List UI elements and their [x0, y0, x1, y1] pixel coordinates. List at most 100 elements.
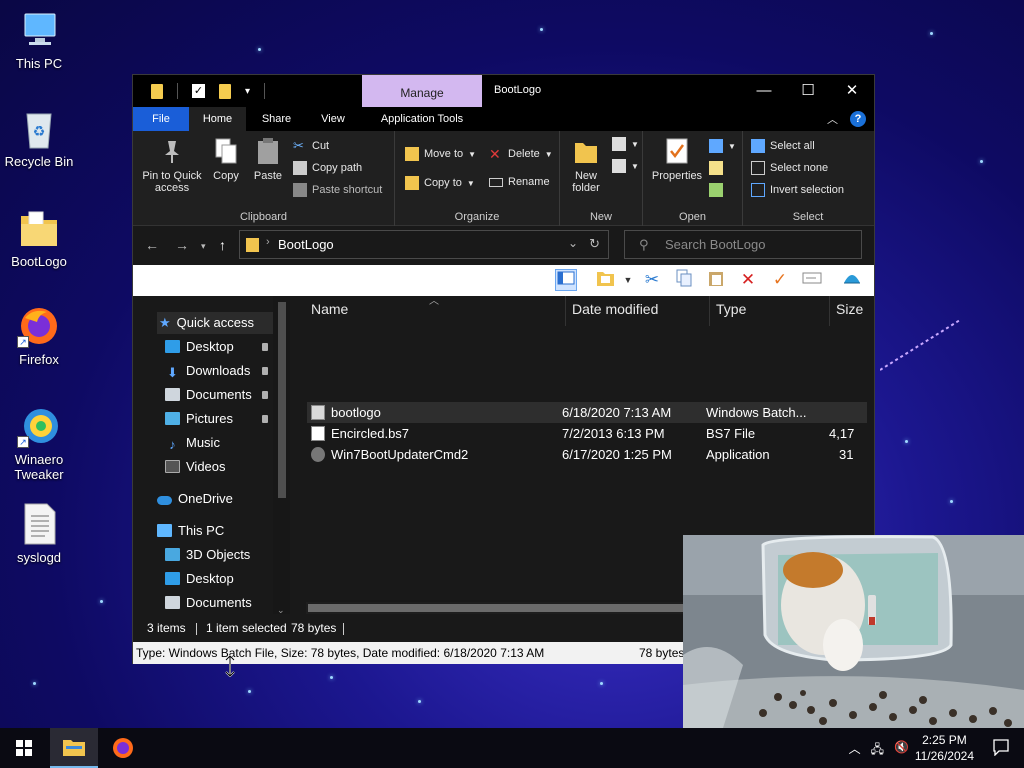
copy-path-button[interactable]: Copy path [293, 161, 362, 175]
new-folder-button[interactable]: New folder [564, 137, 608, 194]
shell-icon[interactable] [841, 269, 863, 291]
desktop-icon-recycle-bin[interactable]: ♻ Recycle Bin [4, 106, 74, 169]
table-row[interactable]: bootlogo 6/18/2020 7:13 AM Windows Batch… [307, 402, 867, 423]
nav-item-quick-access[interactable]: ★ Quick access [157, 312, 282, 334]
tab-file[interactable]: File [133, 107, 189, 131]
column-header-size[interactable]: Size [830, 296, 874, 326]
checkmark-icon[interactable]: ✓ [769, 269, 791, 291]
taskbar-file-explorer[interactable] [50, 728, 98, 768]
up-arrow-icon[interactable]: ↑ [219, 237, 226, 253]
select-all-button[interactable]: Select all [751, 139, 815, 153]
paste-button[interactable]: Paste [250, 137, 286, 182]
nav-item-videos[interactable]: Videos [165, 456, 273, 478]
ribbon-group-label: Organize [454, 211, 500, 223]
recent-locations-chevron-icon[interactable]: ▾ [201, 241, 206, 252]
clock-date: 11/26/2024 [914, 749, 974, 763]
search-input[interactable]: ⚲ Search BootLogo [624, 230, 862, 259]
video-overlay[interactable] [683, 535, 1024, 728]
table-row[interactable]: Encircled.bs7 7/2/2013 6:13 PM BS7 File … [307, 423, 867, 444]
paste-icon[interactable] [705, 269, 727, 291]
select-none-button[interactable]: Select none [751, 161, 828, 175]
invert-selection-button[interactable]: Invert selection [751, 183, 844, 197]
paste-icon [255, 137, 281, 165]
new-item-button[interactable]: ▼ [612, 137, 639, 151]
taskbar-firefox[interactable] [99, 728, 147, 768]
minimize-button[interactable]: — [742, 75, 786, 107]
move-to-button[interactable]: Move to ▼ [405, 147, 476, 161]
copy-icon[interactable] [673, 269, 695, 291]
taskbar-clock[interactable]: 2:25 PM 11/26/2024 [915, 732, 974, 764]
forward-arrow-icon[interactable]: → [175, 237, 189, 253]
properties-check-icon[interactable]: ✓ [192, 84, 205, 98]
chevron-down-icon[interactable]: ▼ [617, 269, 639, 291]
paste-shortcut-button[interactable]: Paste shortcut [293, 183, 382, 197]
nav-item-pictures[interactable]: Pictures [165, 408, 273, 430]
ribbon-group-open: Properties ▼ Open [643, 131, 743, 226]
pin-to-quick-access-button[interactable]: Pin to Quick access [137, 137, 207, 194]
cut-button[interactable]: ✂ Cut [293, 139, 329, 153]
breadcrumb[interactable]: BootLogo [278, 237, 334, 252]
scissors-icon[interactable]: ✂ [641, 269, 663, 291]
show-hidden-icons-chevron-icon[interactable]: ︿ [849, 740, 861, 761]
tab-manage[interactable]: Manage [362, 75, 482, 107]
address-dropdown-icon[interactable]: ⌄ [568, 236, 578, 250]
close-button[interactable]: ✕ [830, 75, 874, 107]
help-icon[interactable]: ? [850, 111, 866, 127]
desktop-icon-bootlogo[interactable]: BootLogo [4, 206, 74, 269]
notification-center-button[interactable] [992, 738, 1010, 759]
nav-item-onedrive[interactable]: OneDrive [157, 488, 273, 510]
winaero-tweaker-icon: ↗ [17, 404, 61, 448]
delete-button[interactable]: ✕ Delete ▼ [489, 147, 553, 161]
edit-button[interactable] [709, 161, 723, 175]
start-button[interactable] [0, 728, 48, 768]
easy-access-button[interactable]: ▼ [612, 159, 639, 173]
chevron-down-icon: ▼ [544, 149, 553, 159]
copy-button[interactable]: Copy [209, 137, 243, 182]
column-header-date-modified[interactable]: Date modified [566, 296, 710, 326]
desktop-icon-firefox[interactable]: ↗ Firefox [4, 304, 74, 367]
volume-muted-icon[interactable]: 🔇 [894, 740, 909, 761]
nav-item-documents-pc[interactable]: Documents [165, 592, 273, 614]
network-icon[interactable]: 🖧 [871, 740, 884, 761]
chevron-down-icon[interactable]: ▾ [245, 86, 250, 97]
tab-view[interactable]: View [307, 107, 359, 131]
scrollbar-thumb[interactable] [278, 302, 286, 498]
address-bar[interactable]: › BootLogo ⌄ ↻ [239, 230, 609, 259]
nav-item-documents[interactable]: Documents [165, 384, 273, 406]
nav-item-desktop[interactable]: Desktop [165, 336, 273, 358]
copy-to-button[interactable]: Copy to ▼ [405, 176, 475, 190]
open-button[interactable]: ▼ [709, 139, 736, 153]
maximize-button[interactable]: ☐ [786, 75, 830, 107]
rename-icon[interactable] [801, 269, 823, 291]
new-folder-icon[interactable] [219, 83, 231, 99]
tab-application-tools[interactable]: Application Tools [362, 107, 482, 131]
properties-button[interactable]: Properties [647, 137, 707, 182]
rename-button[interactable]: Rename [489, 176, 550, 188]
delete-x-icon[interactable]: ✕ [737, 269, 759, 291]
desktop-icon-syslogd[interactable]: syslogd [4, 502, 74, 565]
nav-item-downloads[interactable]: ⬇ Downloads [165, 360, 273, 382]
nav-item-music[interactable]: ♪ Music [165, 432, 273, 454]
ribbon-group-label: Open [679, 211, 706, 223]
refresh-icon[interactable]: ↻ [589, 236, 600, 252]
scrollbar-thumb[interactable] [308, 604, 683, 612]
folder-options-icon[interactable] [595, 269, 617, 291]
tab-home[interactable]: Home [189, 107, 246, 131]
table-row[interactable]: Win7BootUpdaterCmd2 6/17/2020 1:25 PM Ap… [307, 444, 867, 465]
chevron-up-icon[interactable]: ︿ [827, 111, 838, 127]
desktop-icon-this-pc[interactable]: This PC [4, 8, 74, 71]
nav-item-desktop-pc[interactable]: Desktop [165, 568, 273, 590]
chevron-down-icon: ▼ [631, 139, 639, 149]
column-header-name[interactable]: Name [305, 296, 566, 326]
nav-item-this-pc[interactable]: This PC [157, 520, 273, 542]
history-button[interactable] [709, 183, 723, 197]
column-header-type[interactable]: Type [710, 296, 830, 326]
preview-pane-icon[interactable] [555, 269, 577, 291]
firefox-icon: ↗ [17, 304, 61, 348]
nav-item-3d-objects[interactable]: 3D Objects [165, 544, 273, 566]
nav-pane-scrollbar[interactable]: ⌄ [273, 296, 290, 615]
tab-share[interactable]: Share [246, 107, 307, 131]
folder-icon [17, 206, 61, 250]
desktop-icon-winaero-tweaker[interactable]: ↗ Winaero Tweaker [4, 404, 74, 482]
back-arrow-icon[interactable]: ← [145, 237, 159, 253]
